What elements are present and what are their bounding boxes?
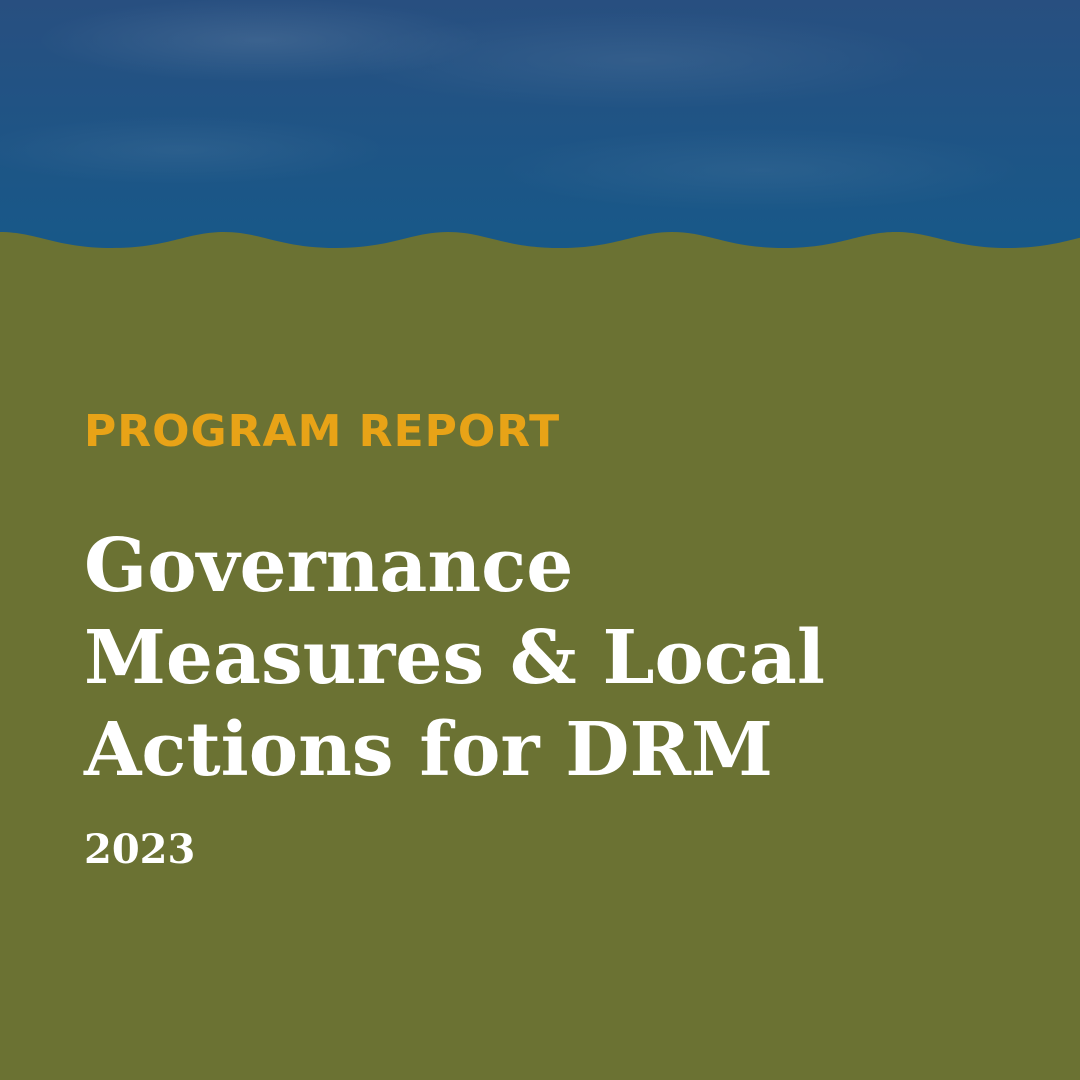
report-type-label: PROGRAM REPORT <box>84 406 561 457</box>
report-year: 2023 <box>84 826 196 873</box>
report-title-line: Governance <box>84 523 574 609</box>
report-title: Governance Measures & Local Actions for … <box>84 520 984 796</box>
report-title-line: Actions for DRM <box>84 707 773 793</box>
cover-text: PROGRAM REPORT Governance Measures & Loc… <box>84 400 1024 876</box>
report-title-line: Measures & Local <box>84 615 825 701</box>
wave-divider <box>0 232 1080 290</box>
